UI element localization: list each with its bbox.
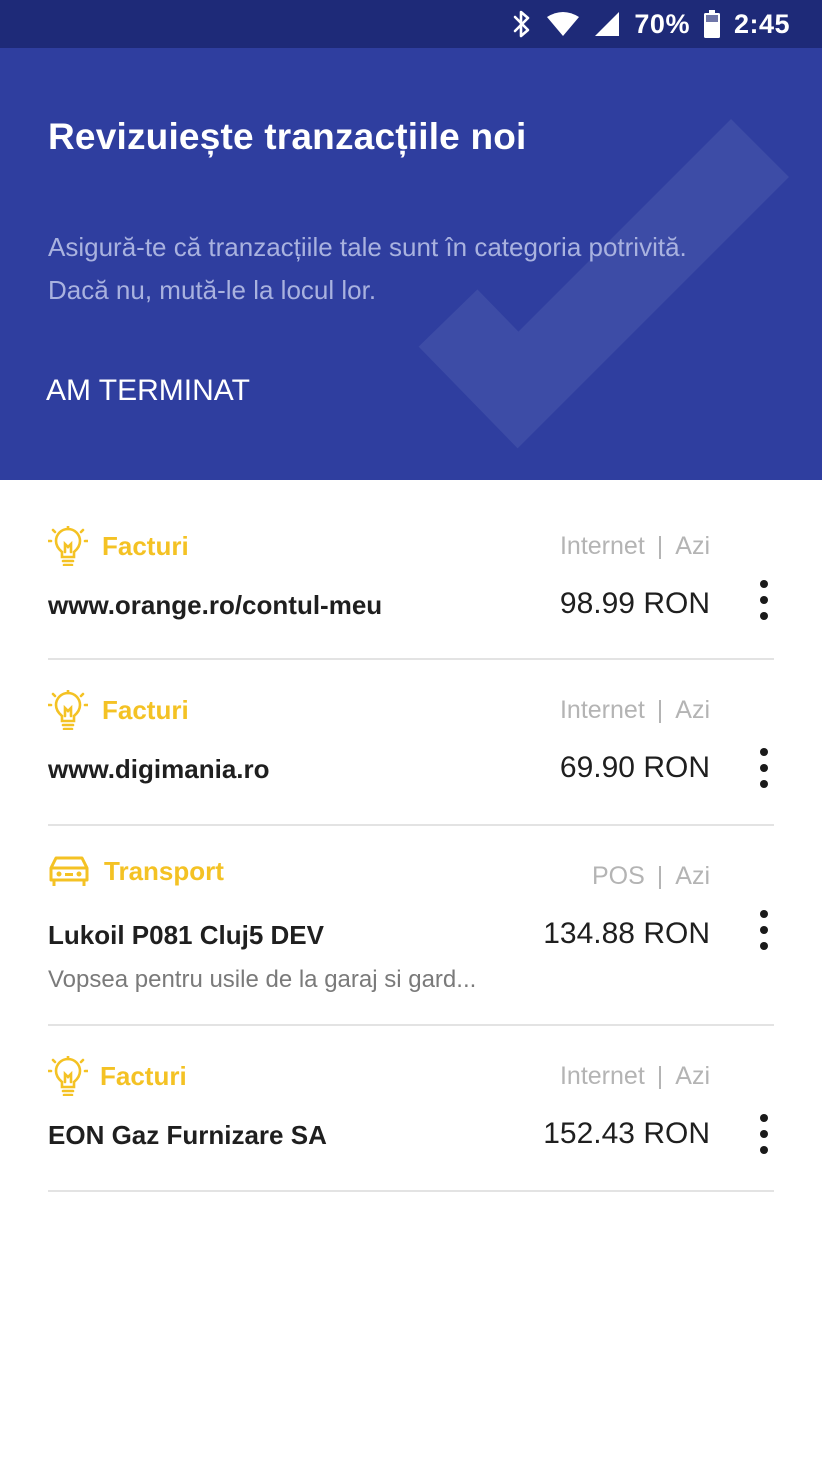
merchant-name: www.digimania.ro — [48, 754, 270, 784]
transaction-meta: Internet | Azi — [560, 696, 710, 725]
battery-icon — [703, 10, 720, 38]
category-label[interactable]: Facturi — [48, 690, 189, 730]
transaction-amount: 152.43 RON — [543, 1117, 710, 1150]
category-label[interactable]: Facturi — [48, 526, 189, 566]
dot-icon — [760, 942, 768, 950]
transaction-list: Facturi Internet | Azi www.orange.ro/contu… — [0, 480, 822, 1192]
category-name: Transport — [104, 855, 224, 886]
merchant-name: EON Gaz Furnizare SA — [48, 1120, 327, 1150]
meta-separator: | — [656, 696, 664, 724]
category-name: Facturi — [102, 530, 189, 561]
transaction-amount: 98.99 RON — [559, 587, 710, 620]
transaction-meta: Internet | Azi — [560, 532, 710, 561]
channel-label: Internet — [559, 696, 645, 724]
clock: 2:45 — [733, 8, 790, 39]
dot-icon — [760, 748, 768, 756]
dot-icon — [760, 1114, 768, 1122]
wifi-icon — [547, 12, 580, 36]
more-options-button[interactable] — [754, 910, 774, 950]
merchant-name: www.orange.ro/contul-meu — [48, 590, 383, 620]
date-label: Azi — [675, 532, 710, 560]
cell-signal-icon — [595, 12, 620, 36]
merchant-name: Lukoil P081 Cluj5 DEV — [48, 920, 324, 950]
dot-icon — [760, 926, 768, 934]
category-label[interactable]: Transport — [48, 854, 224, 888]
more-options-button[interactable] — [754, 580, 774, 620]
bluetooth-icon — [514, 10, 530, 38]
transaction-meta: POS | Azi — [592, 862, 710, 891]
lightbulb-icon — [48, 1056, 88, 1096]
dot-icon — [760, 580, 768, 588]
lightbulb-icon — [48, 690, 88, 730]
dot-icon — [760, 910, 768, 918]
channel-label: POS — [591, 862, 645, 890]
more-options-button[interactable] — [754, 748, 774, 788]
dot-icon — [760, 764, 768, 772]
transaction-amount: 134.88 RON — [543, 917, 710, 950]
channel-label: Internet — [559, 1062, 645, 1090]
transaction-amount: 69.90 RON — [559, 751, 710, 784]
status-bar: 70% 2:45 — [0, 0, 822, 48]
battery-level: 70% — [634, 8, 690, 39]
page-subtitle: Asigură-te că tranzacțiile tale sunt în … — [48, 232, 687, 305]
category-name: Facturi — [102, 694, 189, 725]
dot-icon — [760, 1130, 768, 1138]
meta-separator: | — [656, 862, 664, 890]
dot-icon — [760, 780, 768, 788]
transaction-row[interactable]: Facturi Internet | Azi www.digimania.ro 69… — [48, 660, 774, 826]
transaction-note: Vopsea pentru usile de la garaj si gard.… — [48, 966, 477, 993]
review-header: Revizuiește tranzacțiile noi Asigură-te … — [0, 48, 822, 480]
transaction-meta: Internet | Azi — [560, 1062, 710, 1091]
transaction-row[interactable]: Facturi Internet | Azi EON Gaz Furnizare S… — [48, 1026, 774, 1192]
page-title: Revizuiește tranzacțiile noi — [48, 116, 527, 157]
lightbulb-icon — [48, 526, 88, 566]
date-label: Azi — [675, 696, 710, 724]
date-label: Azi — [675, 1062, 710, 1090]
date-label: Azi — [675, 862, 710, 890]
more-options-button[interactable] — [754, 1114, 774, 1154]
category-name: Facturi — [100, 1060, 187, 1091]
dot-icon — [760, 596, 768, 604]
channel-label: Internet — [559, 532, 645, 560]
dot-icon — [760, 612, 768, 620]
meta-separator: | — [656, 1062, 664, 1090]
transaction-row[interactable]: Transport POS | Azi Lukoil P081 Cluj5 DEV … — [48, 826, 774, 1026]
transaction-row[interactable]: Facturi Internet | Azi www.orange.ro/contu… — [48, 480, 774, 660]
category-label[interactable]: Facturi — [48, 1056, 187, 1096]
dot-icon — [760, 1146, 768, 1154]
car-icon — [49, 856, 89, 886]
meta-separator: | — [656, 532, 664, 560]
done-button[interactable]: AM TERMINAT — [46, 374, 250, 408]
status-icons: 70% 2:45 — [512, 0, 790, 48]
